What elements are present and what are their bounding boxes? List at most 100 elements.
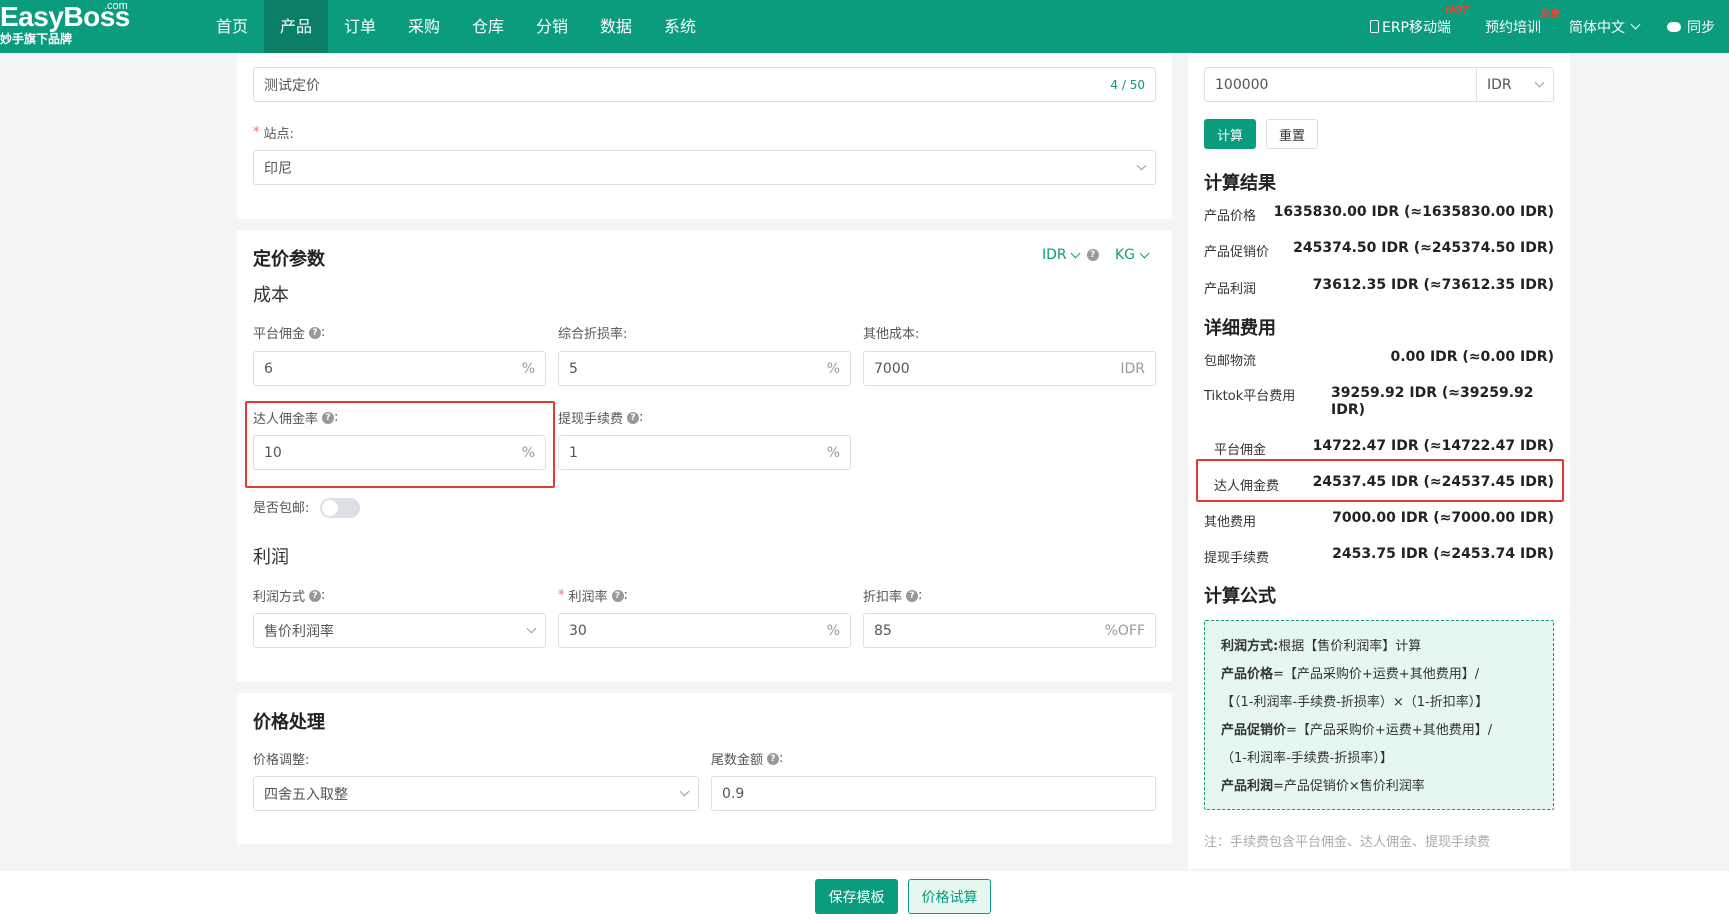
logo-subtitle: 妙手旗下品牌 [0, 32, 73, 46]
help-icon[interactable]: ? [611, 589, 624, 602]
hot-badge: HOT [1445, 4, 1469, 16]
site-select[interactable]: 印尼 [253, 150, 1156, 185]
chevron-down-icon [526, 623, 537, 634]
help-icon[interactable]: ? [627, 411, 640, 424]
result-value: 245374.50 IDR (≈245374.50 IDR) [1293, 240, 1554, 256]
detail-value-cont: IDR) [1331, 402, 1366, 418]
price-adjust-select[interactable]: 四舍五入取整 [253, 776, 699, 811]
save-template-button[interactable]: 保存模板 [815, 879, 898, 914]
profit-mode-select[interactable]: 售价利润率 [253, 613, 546, 648]
help-icon[interactable]: ? [309, 326, 322, 339]
detail-value: 2453.75 IDR (≈2453.74 IDR) [1332, 546, 1554, 562]
withdraw-fee-label: 提现手续费 [558, 412, 624, 427]
formula-line: 利润方式:根据【售价利润率】计算 [1221, 639, 1422, 654]
nav-orders[interactable]: 订单 [328, 0, 392, 53]
formula-line: 产品价格=【产品采购价+运费+其他费用】/ [1221, 667, 1480, 682]
percent-suffix: % [826, 444, 840, 461]
discount-input[interactable]: 85 %OFF [863, 613, 1156, 648]
tail-amount-label: 尾数金额 [711, 753, 764, 768]
other-cost-label: 其他成本: [863, 327, 920, 342]
chevron-down-icon [1139, 248, 1150, 258]
withdraw-fee-input[interactable]: 1 % [558, 435, 851, 470]
percent-suffix: % [826, 360, 840, 377]
nav-data[interactable]: 数据 [584, 0, 648, 53]
formula-line: 产品促销价=【产品采购价+运费+其他费用】/ [1221, 723, 1493, 738]
tail-amount-label-wrap: 尾数金额 ?: [711, 751, 784, 768]
nav-product[interactable]: 产品 [264, 0, 328, 53]
highlight-box [245, 401, 555, 488]
detail-value: 39259.92 IDR (≈39259.92 [1331, 385, 1534, 401]
nav-right: ERP移动端 HOT 预约培训 免费 简体中文 同步 [1369, 0, 1729, 53]
cloud-icon [1667, 21, 1681, 32]
template-name-value: 测试定价 [264, 77, 320, 94]
erp-mobile-link[interactable]: ERP移动端 HOT [1369, 5, 1469, 37]
nav-warehouse[interactable]: 仓库 [456, 0, 520, 53]
platform-fee-label: 平台佣金 [253, 327, 306, 342]
loss-rate-value: 5 [569, 360, 578, 377]
chevron-down-icon [1136, 160, 1147, 171]
formula-box: 利润方式:根据【售价利润率】计算 产品价格=【产品采购价+运费+其他费用】/ 【… [1204, 620, 1554, 810]
formula-line: （1-利润率-手续费-折损率）】 [1221, 751, 1393, 766]
calc-currency-value: IDR [1487, 76, 1512, 93]
purchase-price-input[interactable]: 100000 IDR [1204, 67, 1554, 102]
tail-amount-input[interactable]: 0.9 [711, 776, 1156, 811]
pricing-params-card: 定价参数 IDR ? KG 成本 平台佣金 ?: 6 % 综合折损率: 5 % … [237, 230, 1172, 682]
price-trial-button[interactable]: 价格试算 [908, 879, 991, 914]
sync-button[interactable]: 同步 [1667, 17, 1715, 37]
result-value: 73612.35 IDR (≈73612.35 IDR) [1312, 277, 1554, 293]
other-cost-value: 7000 [874, 360, 910, 377]
nav-purchase[interactable]: 采购 [392, 0, 456, 53]
nav-home[interactable]: 首页 [200, 0, 264, 53]
required-mark: * [253, 125, 260, 140]
withdraw-fee-value: 1 [569, 444, 578, 461]
weight-unit-select[interactable]: KG [1115, 247, 1150, 263]
detail-value: 14722.47 IDR (≈14722.47 IDR) [1312, 438, 1554, 454]
template-name-input[interactable]: 测试定价 4 / 50 [253, 67, 1156, 102]
calc-currency-select[interactable]: IDR [1476, 68, 1553, 101]
platform-fee-input[interactable]: 6 % [253, 351, 546, 386]
percent-off-suffix: %OFF [1104, 622, 1145, 639]
platform-fee-value: 6 [264, 360, 273, 377]
loss-rate-label: 综合折损率: [558, 327, 628, 342]
help-icon[interactable]: ? [1086, 249, 1099, 261]
training-label: 预约培训 [1485, 19, 1541, 36]
nav-distribution[interactable]: 分销 [520, 0, 584, 53]
currency-select[interactable]: IDR ? [1042, 247, 1099, 263]
nav-system[interactable]: 系统 [648, 0, 712, 53]
fee-note: 注：手续费包含平台佣金、达人佣金、提现手续费 [1204, 835, 1491, 850]
help-icon[interactable]: ? [906, 589, 919, 602]
result-title: 计算结果 [1204, 173, 1276, 194]
logo[interactable]: EasyBoss .com 妙手旗下品牌 [0, 0, 130, 46]
char-counter: 4 / 50 [1110, 77, 1145, 92]
required-mark: * [558, 588, 565, 603]
formula-line: 【（1-利润率-手续费-折损率）×（1-折扣率）】 [1221, 695, 1489, 710]
price-adjust-value: 四舍五入取整 [264, 786, 348, 803]
discount-value: 85 [874, 622, 892, 639]
erp-mobile-label: ERP移动端 [1381, 19, 1451, 36]
loss-rate-input[interactable]: 5 % [558, 351, 851, 386]
result-label: 产品价格 [1204, 209, 1257, 224]
training-link[interactable]: 预约培训 免费 [1485, 9, 1559, 37]
profit-mode-label-wrap: 利润方式 ?: [253, 588, 326, 605]
site-value: 印尼 [264, 160, 292, 177]
cost-section-title: 成本 [253, 285, 289, 306]
help-icon[interactable]: ? [767, 752, 780, 765]
currency-value: IDR [1042, 247, 1067, 263]
result-label: 产品利润 [1204, 282, 1257, 297]
detail-value: 7000.00 IDR (≈7000.00 IDR) [1332, 510, 1554, 526]
purchase-price-value: 100000 [1215, 76, 1269, 93]
reset-button[interactable]: 重置 [1266, 119, 1318, 149]
language-select[interactable]: 简体中文 [1569, 17, 1641, 37]
tail-amount-value: 0.9 [722, 785, 745, 802]
help-icon[interactable]: ? [309, 589, 322, 602]
profit-rate-input[interactable]: 30 % [558, 613, 851, 648]
other-cost-input[interactable]: 7000 IDR [863, 351, 1156, 386]
price-handling-title: 价格处理 [253, 712, 325, 733]
platform-fee-label-wrap: 平台佣金 ?: [253, 325, 326, 342]
basic-info-card: 测试定价 4 / 50 * 站点: 印尼 [237, 53, 1172, 219]
profit-section-title: 利润 [253, 547, 289, 568]
free-shipping-toggle[interactable] [320, 498, 360, 518]
discount-label-wrap: 折扣率 ?: [863, 588, 923, 605]
detail-label: Tiktok平台费用 [1204, 389, 1296, 404]
calculate-button[interactable]: 计算 [1204, 119, 1256, 149]
